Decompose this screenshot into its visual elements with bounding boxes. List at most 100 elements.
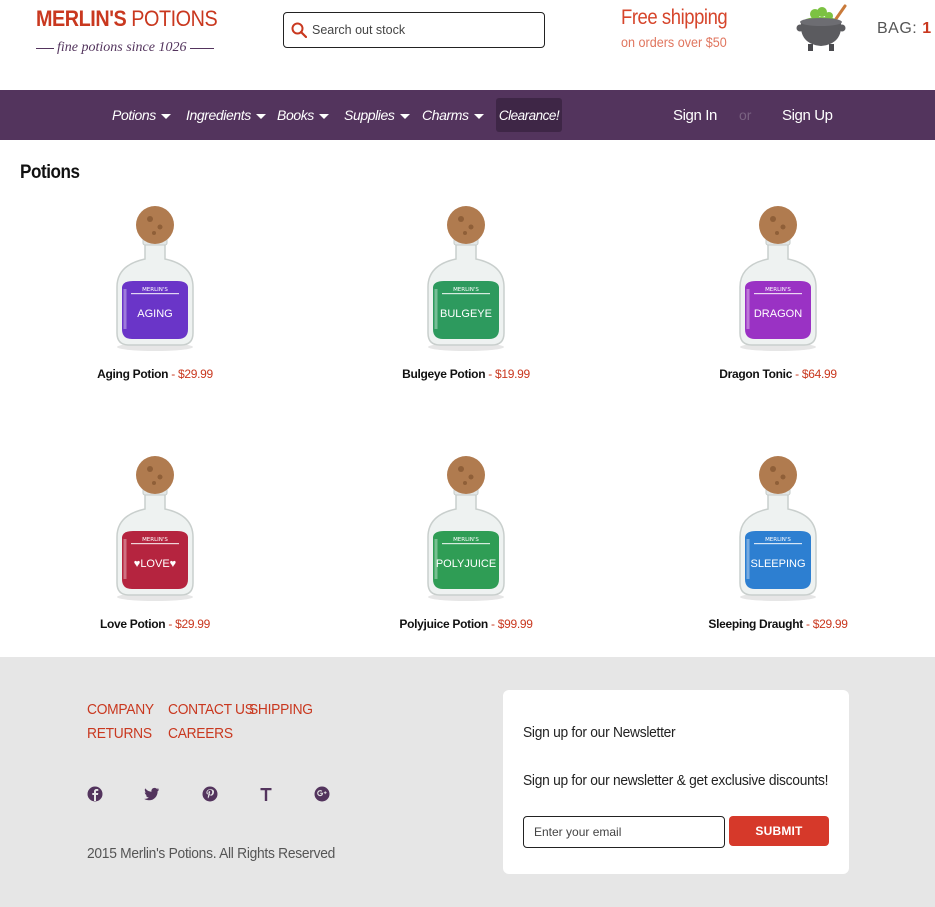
bottle-brand-text: MERLIN'S (765, 537, 791, 543)
bag-count: 1 (922, 20, 932, 37)
product-caption: Bulgeye Potion - $19.99 (366, 367, 566, 381)
nav-item-potions[interactable]: Potions (112, 90, 171, 140)
product-name[interactable]: Dragon Tonic (719, 367, 792, 381)
site-footer: COMPANY CONTACT US SHIPPING RETURNS CARE… (0, 657, 935, 907)
nav-item-label: Potions (112, 107, 156, 123)
bottle-label-text: ♥LOVE♥ (134, 558, 176, 570)
twitter-icon[interactable] (143, 785, 161, 803)
nav-item-label: Ingredients (186, 107, 251, 123)
bottle-brand-text: MERLIN'S (765, 287, 791, 293)
newsletter-submit-button[interactable]: SUBMIT (729, 816, 829, 846)
product-card[interactable]: MERLIN'S BULGEYE Bulgeye Potion - $19.99 (366, 205, 566, 381)
sign-in-link[interactable]: Sign In (673, 90, 717, 140)
product-card[interactable]: MERLIN'S DRAGON Dragon Tonic - $64.99 (678, 205, 878, 381)
pinterest-icon[interactable] (201, 785, 219, 803)
main-nav: Potions Ingredients Books Supplies Charm… (0, 90, 935, 140)
product-caption: Dragon Tonic - $64.99 (678, 367, 878, 381)
page-title: Potions (20, 162, 80, 183)
logo-name-bold: MERLIN'S (36, 6, 127, 31)
copyright-text: 2015 Merlin's Potions. All Rights Reserv… (87, 845, 336, 862)
product-name[interactable]: Sleeping Draught (708, 617, 803, 631)
nav-item-books[interactable]: Books (277, 90, 329, 140)
facebook-icon[interactable] (86, 785, 104, 803)
footer-link-shipping[interactable]: SHIPPING (249, 701, 313, 718)
caret-down-icon (318, 113, 329, 119)
shopping-bag[interactable]: BAG: 1 (877, 20, 932, 38)
potion-bottle-image[interactable]: MERLIN'S SLEEPING (732, 455, 824, 603)
bottle-brand-text: MERLIN'S (453, 287, 479, 293)
bottle-label-text: DRAGON (754, 308, 802, 320)
free-shipping-banner: Free shipping on orders over $50 (621, 6, 742, 50)
newsletter-panel: Sign up for our Newsletter Sign up for o… (503, 690, 849, 874)
shipping-title: Free shipping (621, 6, 728, 29)
product-caption: Polyjuice Potion - $99.99 (366, 617, 566, 631)
logo-tagline: fine potions since 1026 (57, 40, 187, 55)
search-box (283, 12, 545, 48)
newsletter-description: Sign up for our newsletter & get exclusi… (523, 772, 829, 789)
caret-down-icon (473, 113, 484, 119)
logo-tagline-row: fine potions since 1026 (36, 40, 214, 56)
product-price: $19.99 (495, 367, 530, 381)
price-separator: - (487, 617, 498, 631)
bottle-brand-text: MERLIN'S (142, 537, 168, 543)
sign-up-link[interactable]: Sign Up (782, 90, 833, 140)
price-separator: - (168, 367, 178, 381)
bottle-label-text: BULGEYE (440, 308, 492, 320)
bottle-brand-text: MERLIN'S (142, 287, 168, 293)
potion-bottle-image[interactable]: MERLIN'S DRAGON (732, 205, 824, 353)
product-price: $64.99 (801, 367, 837, 381)
product-card[interactable]: MERLIN'S SLEEPING Sleeping Draught - $29.9… (678, 455, 878, 631)
nav-item-label: Charms (422, 107, 469, 123)
nav-item-clearance[interactable]: Clearance! (496, 98, 562, 132)
logo-title: MERLIN'S POTIONS (36, 6, 218, 32)
potion-bottle-image[interactable]: MERLIN'S BULGEYE (420, 205, 512, 353)
nav-item-charms[interactable]: Charms (422, 90, 484, 140)
bottle-brand-text: MERLIN'S (453, 537, 479, 543)
tagline-rule-right (189, 47, 214, 49)
search-input[interactable] (312, 23, 532, 37)
bottle-label-text: POLYJUICE (436, 558, 496, 570)
product-caption: Love Potion - $29.99 (55, 617, 255, 631)
tumblr-icon[interactable] (257, 785, 275, 803)
footer-link-careers[interactable]: CAREERS (168, 725, 233, 742)
price-separator: - (485, 367, 495, 381)
product-name[interactable]: Polyjuice Potion (399, 617, 488, 631)
footer-link-contact[interactable]: CONTACT US (168, 701, 254, 718)
nav-item-label: Books (277, 107, 314, 123)
caret-down-icon (255, 113, 266, 119)
caret-down-icon (160, 113, 171, 119)
auth-separator: or (739, 107, 752, 123)
search-icon[interactable] (291, 22, 307, 38)
product-card[interactable]: MERLIN'S AGING Aging Potion - $29.99 (55, 205, 255, 381)
bottle-label-text: AGING (137, 308, 172, 320)
product-name[interactable]: Bulgeye Potion (402, 367, 485, 381)
product-price: $29.99 (177, 367, 213, 381)
bottle-label-text: SLEEPING (750, 558, 805, 570)
newsletter-email-field[interactable] (523, 816, 725, 848)
newsletter-title: Sign up for our Newsletter (523, 724, 676, 741)
price-separator: - (792, 367, 802, 381)
logo-name-regular: POTIONS (131, 6, 218, 31)
potion-bottle-image[interactable]: MERLIN'S ♥LOVE♥ (109, 455, 201, 603)
logo[interactable]: MERLIN'S POTIONS fine potions since 1026 (36, 6, 218, 55)
price-separator: - (802, 617, 813, 631)
cauldron-icon[interactable] (795, 4, 851, 56)
google-plus-icon[interactable] (313, 785, 331, 803)
footer-link-company[interactable]: COMPANY (87, 701, 154, 718)
potion-bottle-image[interactable]: MERLIN'S POLYJUICE (420, 455, 512, 603)
product-caption: Sleeping Draught - $29.99 (678, 617, 878, 631)
product-card[interactable]: MERLIN'S POLYJUICE Polyjuice Potion - $99.… (366, 455, 566, 631)
nav-item-label: Supplies (344, 107, 395, 123)
nav-item-ingredients[interactable]: Ingredients (186, 90, 266, 140)
product-price: $29.99 (812, 617, 848, 631)
potion-bottle-image[interactable]: MERLIN'S AGING (109, 205, 201, 353)
product-caption: Aging Potion - $29.99 (55, 367, 255, 381)
product-name[interactable]: Aging Potion (97, 367, 168, 381)
price-separator: - (165, 617, 176, 631)
product-card[interactable]: MERLIN'S ♥LOVE♥ Love Potion - $29.99 (55, 455, 255, 631)
nav-item-supplies[interactable]: Supplies (344, 90, 410, 140)
footer-link-returns[interactable]: RETURNS (87, 725, 152, 742)
product-price: $99.99 (497, 617, 533, 631)
product-name[interactable]: Love Potion (100, 617, 166, 631)
product-price: $29.99 (175, 617, 211, 631)
